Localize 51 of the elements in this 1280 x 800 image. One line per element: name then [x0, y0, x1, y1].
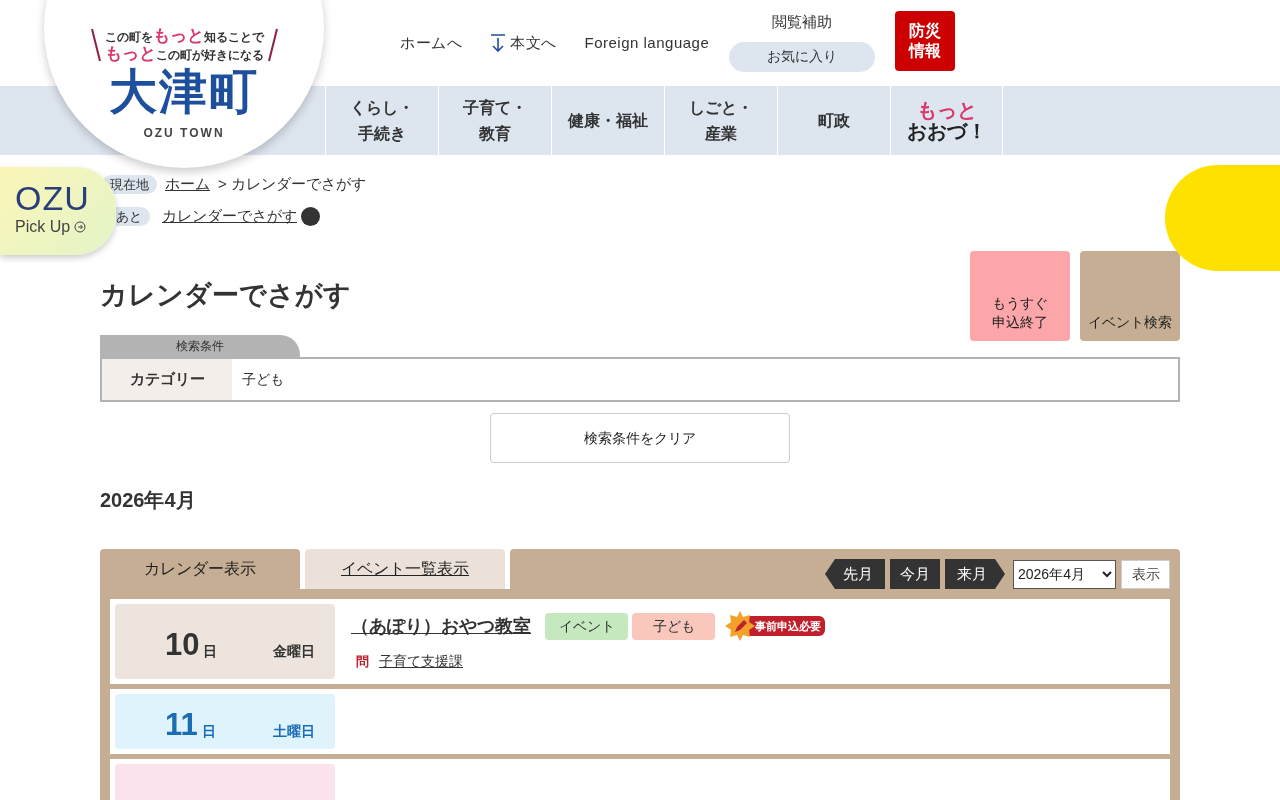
header-link[interactable]: 本文へ — [490, 32, 557, 55]
nav-item[interactable]: 健康・福祉 — [551, 86, 664, 155]
history-link[interactable]: カレンダーでさがす — [162, 205, 297, 228]
tagline: この町を もっと 知ることで — [104, 26, 264, 46]
weekday: 土曜日 — [273, 721, 315, 741]
arrow-right-circle-icon — [74, 221, 87, 233]
favorite-button[interactable]: お気に入り — [729, 41, 876, 72]
next-month-button[interactable]: 来月 — [945, 559, 1005, 589]
month-select[interactable]: 2026年4月 — [1013, 559, 1116, 589]
side-button[interactable]: もうすぐ 申込終了 — [970, 251, 1070, 341]
condition-value: 子ども — [241, 370, 284, 389]
nav-item[interactable]: 町政 — [777, 86, 890, 155]
arrow-down-icon — [490, 34, 506, 53]
tagline: もっと この町が好きになる — [104, 45, 264, 64]
view-tab[interactable]: イベント一覧表示 — [305, 549, 505, 589]
history-label: あと — [116, 206, 150, 226]
nav-item[interactable]: しごと・ 産業 — [664, 86, 777, 155]
month-heading: 2026年4月 — [100, 488, 197, 513]
disaster-info-button[interactable]: 防災 情報 — [895, 11, 956, 71]
slash-icon — [267, 28, 278, 63]
nav-item[interactable]: 子育て・ 教育 — [438, 86, 551, 155]
side-button[interactable]: イベント検索 — [1080, 251, 1180, 341]
view-tab[interactable]: カレンダー表示 — [100, 549, 300, 589]
contact-mark: 問 — [356, 652, 369, 671]
clear-conditions-button[interactable]: 検索条件をクリア — [490, 413, 790, 463]
header-link[interactable]: ホームへ — [400, 32, 462, 55]
event-link[interactable]: （あぽり）おやつ教室 — [351, 612, 531, 640]
previous-month-button[interactable]: 先月 — [825, 559, 885, 589]
day-number: 11 — [165, 706, 198, 744]
weekday: 金曜日 — [273, 642, 315, 661]
badge: 事前申込必要 — [749, 616, 825, 636]
town-subtitle: OZU TOWN — [143, 125, 225, 142]
event-tag: 子ども — [632, 612, 715, 640]
day-unit: 日 — [201, 721, 216, 741]
page-title: カレンダーでさがす — [100, 279, 351, 312]
nav-item[interactable]: くらし・ 手続き — [325, 86, 438, 155]
contact-link[interactable]: 子育て支援課 — [379, 651, 463, 672]
event-tag: イベント — [545, 612, 628, 640]
assist-title: 閲覧補助 — [772, 12, 833, 32]
current-month-button[interactable]: 今月 — [890, 559, 940, 589]
breadcrumb-current: カレンダーでさがす — [230, 174, 366, 194]
nav-item[interactable]: もっと おおづ！ — [890, 86, 1003, 155]
show-button[interactable]: 表示 — [1121, 559, 1170, 589]
breadcrumb-link[interactable]: ホーム — [165, 173, 210, 196]
breadcrumb-separator: > — [218, 174, 227, 194]
slash-icon — [90, 28, 101, 63]
header-link[interactable]: Foreign language — [584, 32, 710, 55]
condition-label: カテゴリー — [102, 359, 232, 400]
day-unit: 日 — [203, 642, 218, 661]
town-name: 大津町 — [109, 68, 259, 116]
day-number: 10 — [165, 626, 200, 665]
